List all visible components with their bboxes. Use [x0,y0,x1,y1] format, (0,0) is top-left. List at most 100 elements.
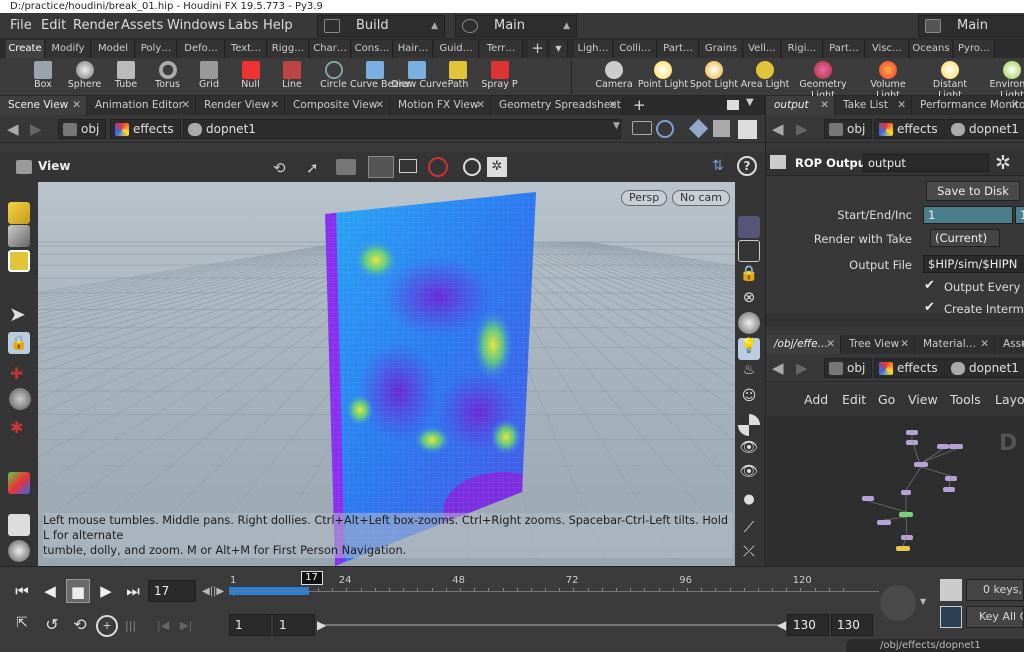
network-view[interactable]: D [767,416,1024,566]
vector-icon[interactable]: ⤫ [738,542,760,564]
camera-button[interactable]: No cam [672,190,730,206]
shelf-tab[interactable]: Model [92,40,135,58]
select-arrow-icon[interactable]: ➚ [306,159,319,177]
move-tool-icon[interactable] [8,225,30,247]
handle-icon[interactable] [336,159,356,175]
pane-tab[interactable]: Motion FX View ✕ [390,96,491,115]
play-forward-icon[interactable]: ▶ [94,579,118,603]
pane-maximize-icon[interactable] [727,100,739,110]
shelf-tab[interactable]: Grains [700,40,743,58]
snap-icon[interactable]: + [96,615,118,637]
end-frame-field[interactable]: 1 [1015,206,1024,224]
pin-icon[interactable] [632,121,652,135]
checkbox-create-intermediate[interactable]: ✔ [924,300,935,315]
net-path-effects[interactable]: effects [874,358,945,378]
rop-name-field[interactable]: output [863,154,989,172]
grid-display-icon[interactable] [738,216,760,238]
add-shelf-tab-plus-icon[interactable]: + [528,40,548,58]
display-settings-icon[interactable]: ⇅ [712,158,724,174]
pane-tab[interactable]: Scene View ✕ [0,96,87,115]
close-icon[interactable]: ✕ [476,96,485,114]
pose-sphere-icon[interactable] [9,388,31,410]
bone-icon[interactable]: ✱ [10,418,32,440]
output-file-field[interactable]: $HIP/sim/$HIPN [923,255,1024,273]
background-icon[interactable] [738,240,760,262]
pane-menu-chevron-icon[interactable]: ▼ [746,97,754,108]
link-icon[interactable] [656,120,674,138]
param-path-effects[interactable]: effects [874,119,945,139]
forward-arrow-icon[interactable]: ▶ [30,120,42,138]
light-bulb-icon[interactable]: 💡 [738,338,760,360]
hide-icon[interactable]: 👁 [738,462,760,484]
texture-icon[interactable] [738,414,760,436]
frame-range-icon[interactable]: ⇱ [10,615,34,637]
param-path-obj[interactable]: obj [824,119,873,139]
close-icon[interactable]: ✕ [826,335,835,353]
shelf-tool-spray-paint[interactable]: Spray P [475,58,525,96]
net-menu-item[interactable]: Go [878,392,895,407]
menu-edit[interactable]: Edit [41,13,66,39]
net-menu-item[interactable]: Layou [995,392,1024,407]
shelf-tab[interactable]: Guid… [434,40,479,58]
magnet-icon[interactable]: ✚ [10,364,32,386]
realtime-icon[interactable]: ⟲ [68,615,92,637]
close-icon[interactable]: ✕ [72,96,81,114]
shelf-tab[interactable]: Terr… [480,40,523,58]
shelf-tab[interactable]: Pyro… [954,40,995,58]
jump-end-icon[interactable]: ⏭ [121,579,145,603]
pane-tab[interactable]: Asset✕ [995,335,1024,354]
key-menu-chevron-icon[interactable]: ▼ [920,597,926,606]
shelf-tab[interactable]: Modify [46,40,91,58]
current-frame-field[interactable]: 17 [148,580,196,602]
back-arrow-icon[interactable]: ◀ [7,120,19,138]
lock-icon[interactable]: 🔒 [8,332,30,354]
forward-arrow-icon[interactable]: ▶ [796,359,808,377]
close-icon[interactable]: ✕ [897,96,906,114]
headlight-icon[interactable]: ♨ [738,362,760,384]
prev-key-icon[interactable]: |◀ [157,619,169,632]
shelf-tab[interactable]: Poly… [136,40,177,58]
add-pane-tab-plus-icon[interactable]: + [633,96,646,114]
jump-start-icon[interactable]: ⏮ [10,579,34,603]
menu-file[interactable]: File [10,13,32,39]
close-icon[interactable]: ✕ [608,96,617,114]
snapshot-icon[interactable] [463,158,481,176]
tumble-icon[interactable]: ⟲ [273,159,286,177]
take-dropdown[interactable]: (Current) [930,229,1000,247]
save-to-disk-button[interactable]: Save to Disk [926,181,1020,201]
stop-icon[interactable]: ■ [66,579,90,603]
pane-tab[interactable]: output ✕ [766,96,835,115]
shelf-tool-area-light[interactable]: Area Light [739,58,791,96]
range-slider-end-handle[interactable]: ◀ [777,618,786,632]
step-forward-icon[interactable]: |▶ [213,586,224,597]
channel-icon[interactable] [940,606,962,628]
auto-key-icon[interactable] [940,579,962,601]
net-menu-item[interactable]: Edit [842,392,866,407]
shelf-tool-camera[interactable]: Camera [588,58,640,96]
key-all-button[interactable]: Key All Ch [966,606,1024,628]
pane-tab[interactable]: Tree View ✕ [841,335,915,354]
close-icon[interactable]: ✕ [1020,335,1024,353]
path-effects[interactable]: effects [110,119,181,139]
gear-icon[interactable]: ✲ [995,152,1011,174]
pane-tab[interactable]: /obj/effe… ✕ [766,335,841,354]
perspective-button[interactable]: Persp [621,190,668,206]
shelf-tab[interactable]: Visc… [866,40,909,58]
point-icon[interactable]: ● [738,492,760,514]
rotate-tool-icon[interactable] [8,250,30,272]
shading-sphere-icon[interactable] [738,312,760,334]
flipbook-icon[interactable] [399,159,417,173]
desktop-dropdown[interactable]: Build ▲ [317,15,445,37]
back-arrow-icon[interactable]: ◀ [772,359,784,377]
range-slider-start-handle[interactable]: ▶ [317,618,326,632]
stamp-icon[interactable] [8,514,30,536]
menu-render[interactable]: Render [73,13,119,39]
pane-tab[interactable]: Material… ✕ [915,335,995,354]
normal-icon[interactable]: ⟋ [738,518,760,540]
pane-tab[interactable]: Render View ✕ [196,96,285,115]
range-end-field[interactable]: 130 [787,614,829,636]
visibility-icon[interactable]: 👁 [738,438,760,460]
start-frame-field[interactable]: 1 [923,206,1013,224]
context-dropdown[interactable]: Main ▲ [455,15,577,37]
shelf-tab[interactable]: Colli… [614,40,657,58]
